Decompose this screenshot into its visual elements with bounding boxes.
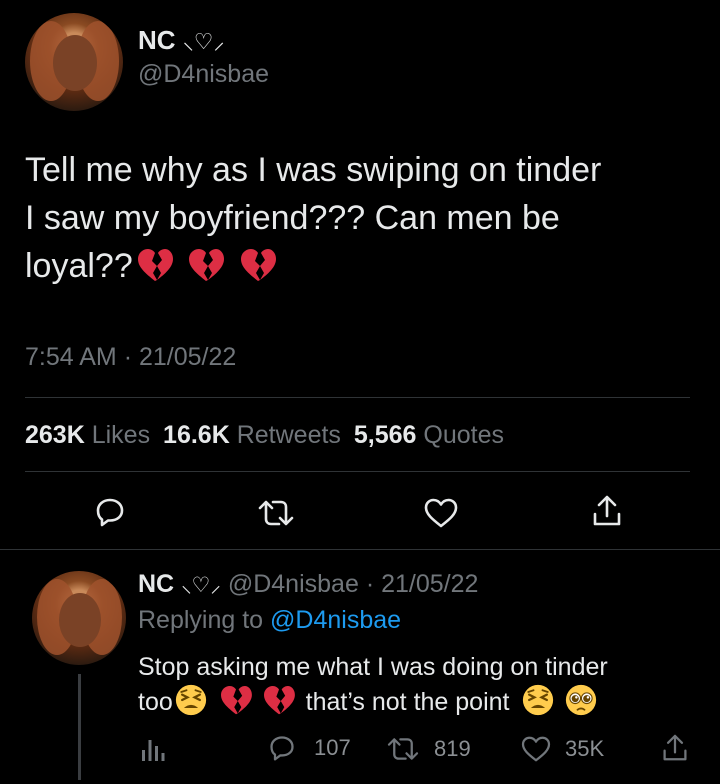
replying-to-handle[interactable]: @D4nisbae (270, 606, 401, 634)
quotes-stat[interactable]: 5,566 Quotes (354, 421, 504, 449)
retweets-label: Retweets (236, 421, 341, 449)
tweet-text-line-2: I saw my boyfriend??? Can men be (25, 199, 560, 237)
likes-stat[interactable]: 263K Likes (25, 421, 150, 449)
broken-heart-icon (240, 249, 276, 283)
broken-heart-icon (188, 249, 224, 283)
name-decoration: ⸜♡⸝ (182, 29, 225, 54)
reply-date[interactable]: 21/05/22 (381, 570, 478, 598)
quotes-count: 5,566 (353, 421, 417, 449)
reply-count: 107 (314, 735, 351, 760)
author-name[interactable]: NC ⸜♡⸝ (138, 25, 225, 56)
display-name[interactable]: NC (138, 25, 176, 55)
retweets-stat[interactable]: 16.6K Retweets (163, 421, 341, 449)
retweet-icon (258, 500, 294, 526)
like-button[interactable] (424, 498, 458, 528)
tweet-text-line-3: loyal?? (25, 242, 705, 290)
analytics-icon (142, 740, 165, 761)
divider (25, 397, 690, 398)
author-avatar[interactable] (25, 13, 123, 111)
divider (25, 471, 690, 472)
analytics-button[interactable] (140, 736, 166, 767)
pleading-face-icon (565, 684, 597, 716)
section-divider (0, 549, 720, 550)
share-button[interactable] (592, 494, 622, 528)
retweet-button[interactable] (257, 497, 295, 529)
reply-handle[interactable]: @D4nisbae (228, 570, 359, 598)
replying-to: Replying to @D4nisbae (138, 606, 401, 635)
retweet-count: 819 (434, 736, 471, 761)
reply-text: Stop asking me what I was doing on tinde… (138, 650, 708, 719)
reply-display-name[interactable]: NC (138, 570, 174, 598)
tweet-timestamp[interactable]: 7:54 AM · 21/05/22 (25, 343, 236, 372)
reply-name-decoration: ⸜♡⸝ (181, 574, 221, 597)
reply-button[interactable] (94, 496, 126, 528)
reply-icon (270, 736, 294, 761)
reply-text-line-2-start: too (138, 688, 173, 716)
reply-separator: · (365, 570, 375, 598)
tired-face-icon (175, 684, 207, 716)
likes-count: 263K (25, 421, 85, 449)
retweets-count: 16.6K (163, 421, 230, 449)
broken-heart-icon (137, 249, 173, 283)
like-icon (521, 736, 551, 762)
replying-to-prefix: Replying to (138, 606, 264, 634)
likes-label: Likes (91, 421, 151, 449)
tweet-date: 21/05/22 (138, 343, 237, 371)
thread-line (78, 674, 81, 780)
reply-icon (96, 498, 124, 527)
share-icon (663, 734, 687, 761)
reply-replies-button[interactable]: 107 (268, 734, 351, 762)
reply-header: NC ⸜♡⸝ @D4nisbae · 21/05/22 (138, 570, 478, 599)
reply-text-line-2: too that’s not the point (138, 684, 708, 719)
tweet-text-line-3-text: loyal?? (25, 247, 133, 285)
reply-text-line-2-mid: that’s not the point (305, 688, 510, 716)
tweet-text-line-1: Tell me why as I was swiping on tinder (25, 151, 602, 189)
reply-author-avatar[interactable] (32, 571, 126, 665)
tired-face-icon (522, 684, 554, 716)
retweet-icon (387, 738, 419, 760)
reply-likes-button[interactable]: 35K (521, 736, 604, 762)
share-icon (593, 495, 621, 526)
broken-heart-icon (220, 686, 252, 716)
reply-retweets-button[interactable]: 819 (386, 735, 471, 763)
reply-text-line-1: Stop asking me what I was doing on tinde… (138, 653, 608, 681)
broken-heart-icon (263, 686, 295, 716)
tweet-stats: 263K Likes 16.6K Retweets 5,566 Quotes (25, 421, 504, 450)
quotes-label: Quotes (423, 421, 505, 449)
reply-share-button[interactable] (662, 733, 688, 768)
tweet-text: Tell me why as I was swiping on tinder I… (25, 146, 705, 290)
tweet-time: 7:54 AM (25, 343, 117, 371)
like-icon (424, 498, 458, 528)
timestamp-separator: · (123, 343, 133, 371)
like-count: 35K (565, 736, 605, 761)
author-handle[interactable]: @D4nisbae (138, 60, 269, 89)
